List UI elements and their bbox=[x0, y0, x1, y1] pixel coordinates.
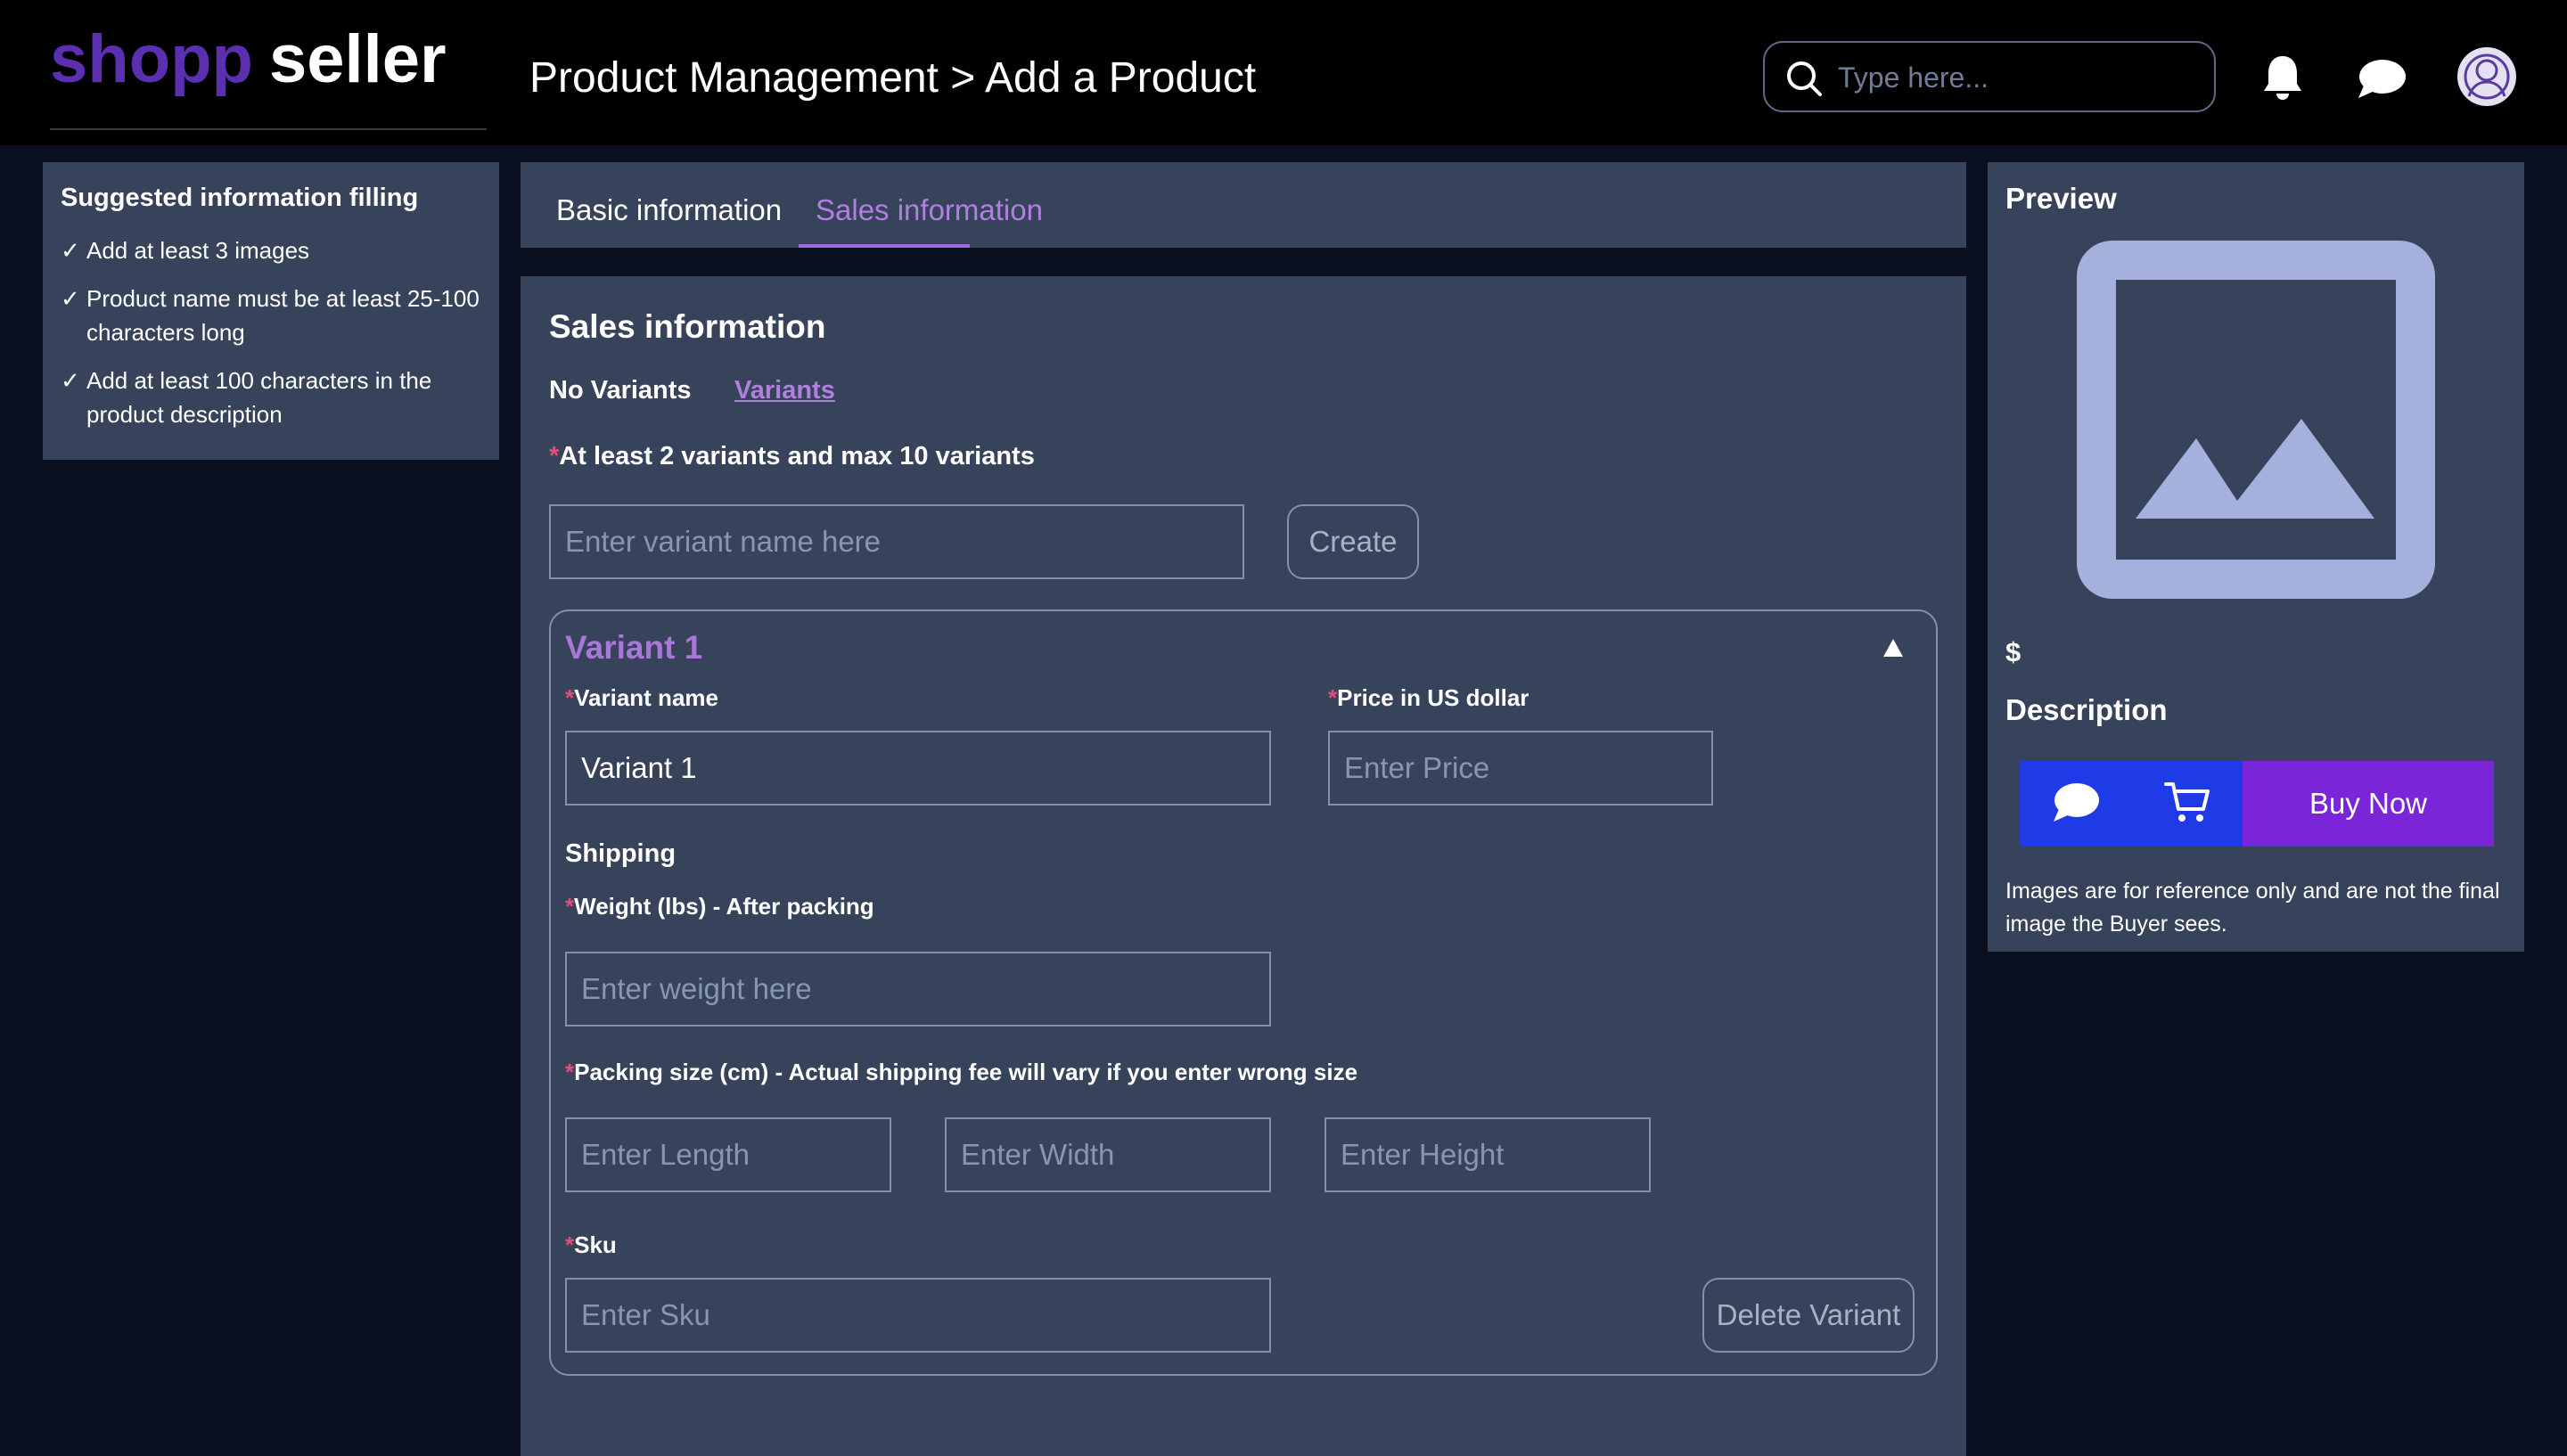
variant-name-label-text: Variant name bbox=[574, 684, 718, 711]
preview-cart-button[interactable] bbox=[2132, 761, 2243, 847]
tab-basic-information[interactable]: Basic information bbox=[556, 191, 782, 230]
check-icon: ✓ bbox=[61, 285, 80, 312]
price-label: *Price in US dollar bbox=[1328, 684, 1529, 712]
sku-label: *Sku bbox=[565, 1231, 617, 1259]
weight-label-text: Weight (lbs) - After packing bbox=[574, 893, 874, 920]
variant-card: Variant 1 *Variant name *Price in US dol… bbox=[549, 609, 1938, 1376]
weight-input[interactable] bbox=[565, 952, 1271, 1027]
variant-name-input[interactable] bbox=[549, 504, 1244, 579]
delete-variant-button[interactable]: Delete Variant bbox=[1702, 1278, 1915, 1353]
search-box[interactable] bbox=[1763, 41, 2216, 112]
bell-icon[interactable] bbox=[2260, 53, 2305, 102]
required-mark: * bbox=[549, 442, 560, 470]
collapse-triangle-icon[interactable] bbox=[1882, 638, 1904, 658]
active-tab-indicator bbox=[799, 244, 970, 248]
chat-icon[interactable] bbox=[2357, 57, 2407, 100]
create-variant-button[interactable]: Create bbox=[1287, 504, 1419, 579]
image-placeholder-icon bbox=[2077, 241, 2435, 599]
variants-rule-note: *At least 2 variants and max 10 variants bbox=[549, 442, 1035, 471]
packing-size-label: *Packing size (cm) - Actual shipping fee… bbox=[565, 1059, 1357, 1086]
suggestion-item: ✓ Product name must be at least 25-100 ch… bbox=[61, 282, 488, 349]
cart-icon bbox=[2164, 782, 2210, 822]
suggestions-list: ✓ Add at least 3 images ✓ Product name mus… bbox=[61, 233, 488, 446]
preview-action-bar: Buy Now bbox=[2020, 761, 2494, 847]
variants-rule-text: At least 2 variants and max 10 variants bbox=[559, 442, 1035, 470]
price-input[interactable] bbox=[1328, 731, 1713, 806]
suggestions-title: Suggested information filling bbox=[61, 184, 419, 212]
price-label-text: Price in US dollar bbox=[1337, 684, 1530, 711]
variant-name-label: *Variant name bbox=[565, 684, 718, 712]
height-input[interactable] bbox=[1325, 1117, 1651, 1192]
brand-logo-part2: seller bbox=[268, 21, 447, 97]
required-mark: * bbox=[565, 1231, 575, 1258]
avatar-icon[interactable] bbox=[2456, 46, 2517, 107]
top-header: shopp seller Product Management > Add a P… bbox=[0, 0, 2567, 145]
sku-label-text: Sku bbox=[574, 1231, 617, 1258]
suggestion-item: ✓ Add at least 3 images bbox=[61, 233, 488, 267]
brand-logo-part1: shopp bbox=[50, 21, 253, 97]
sales-information-panel: Sales information No Variants Variants *… bbox=[521, 276, 1966, 1456]
page-title: Product Management > Add a Product bbox=[529, 54, 1257, 102]
buy-now-button[interactable]: Buy Now bbox=[2243, 761, 2494, 847]
length-input[interactable] bbox=[565, 1117, 891, 1192]
shipping-heading: Shipping bbox=[565, 839, 677, 868]
section-title: Sales information bbox=[549, 308, 826, 345]
preview-title: Preview bbox=[2005, 182, 2117, 215]
suggestion-item: ✓ Add at least 100 characters in the prod… bbox=[61, 364, 488, 431]
variant-title: Variant 1 bbox=[565, 629, 703, 666]
preview-description-label: Description bbox=[2005, 693, 2168, 726]
chat-icon bbox=[2054, 783, 2099, 822]
required-mark: * bbox=[1328, 684, 1338, 711]
suggestion-text: Add at least 100 characters in the produ… bbox=[86, 367, 432, 428]
suggestion-text: Add at least 3 images bbox=[86, 237, 310, 264]
variant-name-field[interactable] bbox=[565, 731, 1271, 806]
sku-input[interactable] bbox=[565, 1278, 1271, 1353]
variants-option[interactable]: Variants bbox=[734, 376, 835, 405]
required-mark: * bbox=[565, 1059, 575, 1085]
packing-size-label-text: Packing size (cm) - Actual shipping fee … bbox=[574, 1059, 1358, 1085]
required-mark: * bbox=[565, 684, 575, 711]
width-input[interactable] bbox=[945, 1117, 1271, 1192]
brand-logo[interactable]: shopp seller bbox=[50, 20, 447, 100]
check-icon: ✓ bbox=[61, 367, 80, 394]
search-icon bbox=[1787, 61, 1822, 96]
suggestions-panel: Suggested information filling ✓ Add at le… bbox=[43, 162, 499, 460]
no-variants-option[interactable]: No Variants bbox=[549, 376, 692, 405]
search-input[interactable] bbox=[1836, 52, 2196, 103]
tab-sales-information[interactable]: Sales information bbox=[816, 191, 1043, 230]
preview-disclaimer: Images are for reference only and are no… bbox=[2005, 879, 2500, 937]
preview-panel: Preview $ Description Buy Now Images are… bbox=[1988, 162, 2524, 952]
suggestion-text: Product name must be at least 25-100 cha… bbox=[86, 285, 480, 346]
weight-label: *Weight (lbs) - After packing bbox=[565, 893, 874, 920]
check-icon: ✓ bbox=[61, 237, 80, 264]
preview-chat-button[interactable] bbox=[2020, 761, 2132, 847]
tab-bar: Basic information Sales information bbox=[521, 162, 1966, 248]
required-mark: * bbox=[565, 893, 575, 920]
logo-divider bbox=[50, 128, 487, 130]
preview-price: $ bbox=[2005, 636, 2022, 667]
